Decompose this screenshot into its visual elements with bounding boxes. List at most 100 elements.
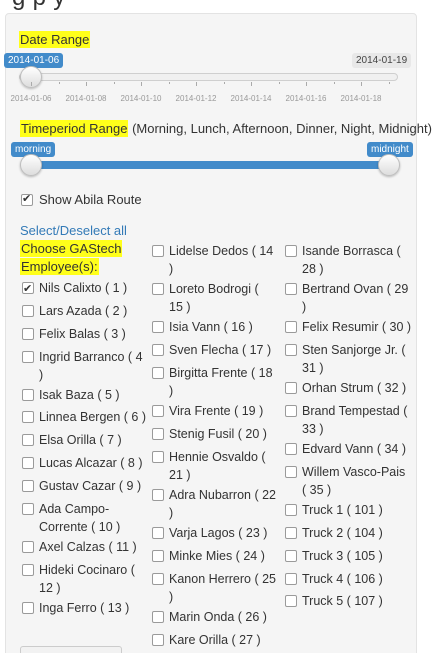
employee-checkbox[interactable] <box>285 382 297 394</box>
employee-label-line1: Kare Orilla ( 27 ) <box>169 633 261 647</box>
employee-checkbox[interactable] <box>152 611 164 623</box>
employee-label: Felix Resumir ( 30 ) <box>302 318 411 336</box>
employee-label-line2: ) <box>169 506 174 520</box>
employee-label: Truck 5 ( 107 ) <box>302 592 383 610</box>
employee-label-line2: 28 ) <box>302 262 324 276</box>
employee-checkbox[interactable] <box>22 564 34 576</box>
employee-checkbox[interactable] <box>285 443 297 455</box>
employee-checkbox[interactable] <box>152 367 164 379</box>
employee-label: Truck 3 ( 105 ) <box>302 547 383 565</box>
date-range-tick <box>333 82 335 84</box>
employee-checkbox[interactable] <box>152 245 164 257</box>
employee-checkbox[interactable] <box>22 280 34 298</box>
employee-label: Sven Flecha ( 17 ) <box>169 341 271 359</box>
employee-label-line1: Loreto Bodrogi ( <box>169 282 259 296</box>
employee-checkbox[interactable] <box>152 550 164 562</box>
employee-label-line1: Linnea Bergen ( 6 ) <box>39 410 147 424</box>
employee-label-line1: Orhan Strum ( 32 ) <box>302 381 407 395</box>
date-range-tick-label: 2014-01-10 <box>120 94 162 103</box>
employee-label-line1: Varja Lagos ( 23 ) <box>169 526 268 540</box>
employee-label: Gustav Cazar ( 9 ) <box>39 477 141 495</box>
employee-checkbox[interactable] <box>22 351 34 363</box>
timeperiod-max-handle[interactable] <box>378 154 400 176</box>
employee-checkbox[interactable] <box>152 573 164 585</box>
employee-checkbox[interactable] <box>22 434 34 446</box>
employee-checkbox[interactable] <box>285 321 297 333</box>
employee-checkbox[interactable] <box>152 428 164 440</box>
employee-label-line1: Inga Ferro ( 13 ) <box>39 601 130 615</box>
employee-label-line1: Lidelse Dedos ( 14 <box>169 244 274 258</box>
employee-label-line1: Isia Vann ( 16 ) <box>169 320 253 334</box>
date-range-ticks <box>20 82 392 88</box>
employee-checkbox[interactable] <box>22 328 34 340</box>
employee-checkbox[interactable] <box>285 595 297 607</box>
employee-label-line2: 31 ) <box>302 361 324 375</box>
employee-label: Kanon Herrero ( 25) <box>169 570 276 606</box>
timeperiod-slider-track[interactable] <box>30 161 390 169</box>
employee-label: Ada Campo- Corrente ( 10 ) <box>39 500 120 536</box>
employee-label: Hennie Osvaldo (21 ) <box>169 448 266 484</box>
employee-label-line2: 21 ) <box>169 468 191 482</box>
employee-label: Kare Orilla ( 27 ) <box>169 631 261 649</box>
employee-label-line1: Felix Balas ( 3 ) <box>39 327 126 341</box>
employee-label-line1: Minke Mies ( 24 ) <box>169 549 265 563</box>
employee-label-line1: Willem Vasco-Pais <box>302 465 406 479</box>
employee-label-line1: Kanon Herrero ( 25 <box>169 572 277 586</box>
employee-checkbox[interactable] <box>22 389 34 401</box>
employee-checkbox[interactable] <box>22 457 34 469</box>
employee-label: Birgitta Frente ( 18) <box>169 364 273 400</box>
employee-checkbox[interactable] <box>285 245 297 257</box>
employee-label: Inga Ferro ( 13 ) <box>39 599 129 617</box>
employee-checkbox[interactable] <box>285 283 297 295</box>
employee-checkbox[interactable] <box>22 602 34 614</box>
employee-checkbox[interactable] <box>22 411 34 423</box>
employee-checkbox[interactable] <box>152 489 164 501</box>
employee-checkbox[interactable] <box>152 344 164 356</box>
employee-label: Adra Nubarron ( 22) <box>169 486 276 522</box>
employee-checkbox[interactable] <box>152 405 164 417</box>
bottom-button[interactable] <box>20 646 122 653</box>
employee-label: Lidelse Dedos ( 14) <box>169 242 273 278</box>
employee-label: Isande Borrasca (28 ) <box>302 242 401 278</box>
employee-label-line2: ) <box>169 384 174 398</box>
employee-label-line1: Truck 5 ( 107 ) <box>302 594 383 608</box>
employee-checkbox[interactable] <box>152 451 164 463</box>
employee-label: Ingrid Barranco ( 4) <box>39 348 143 384</box>
abila-route-checkbox[interactable] <box>21 192 33 206</box>
timeperiod-label: Timeperiod Range (Morning, Lunch, Aftern… <box>20 120 432 137</box>
date-range-label: Date Range <box>19 31 91 48</box>
date-range-tick <box>196 82 197 86</box>
employee-checkbox[interactable] <box>152 634 164 646</box>
employee-label-line1: Elsa Orilla ( 7 ) <box>39 433 122 447</box>
employee-label-line1: Brand Tempestad ( <box>302 404 408 418</box>
employee-checkbox[interactable] <box>285 527 297 539</box>
employee-checkbox[interactable] <box>22 541 34 553</box>
employee-checkbox[interactable] <box>285 504 297 516</box>
employee-label-line1: Lucas Alcazar ( 8 ) <box>39 456 143 470</box>
employee-checkbox[interactable] <box>285 466 297 478</box>
employee-checkbox[interactable] <box>152 321 164 333</box>
date-range-tick <box>113 82 115 84</box>
date-range-tick <box>361 82 362 86</box>
date-range-slider-track[interactable] <box>19 73 398 81</box>
employee-label: Truck 2 ( 104 ) <box>302 524 383 542</box>
employee-label: Isia Vann ( 16 ) <box>169 318 253 336</box>
employee-checkbox[interactable] <box>285 405 297 417</box>
employee-checkbox[interactable] <box>22 480 34 492</box>
select-deselect-all-link[interactable]: Select/Deselect all <box>20 223 127 238</box>
employee-checkbox[interactable] <box>152 527 164 539</box>
employee-label: Axel Calzas ( 11 ) <box>39 538 137 556</box>
employee-checkbox[interactable] <box>152 283 164 295</box>
employee-label: Marin Onda ( 26 ) <box>169 608 267 626</box>
employee-label-line2: ( 35 ) <box>302 483 332 497</box>
employee-checkbox[interactable] <box>285 550 297 562</box>
employee-checkbox[interactable] <box>22 305 34 317</box>
date-range-tick <box>86 82 87 86</box>
timeperiod-min-handle[interactable] <box>20 154 42 176</box>
employee-checkbox[interactable] <box>22 503 34 515</box>
employee-label-line2: ) <box>39 368 44 382</box>
date-range-tick <box>251 82 252 86</box>
employee-checkbox[interactable] <box>285 573 297 585</box>
employee-label-line1: Edvard Vann ( 34 ) <box>302 442 406 456</box>
employee-checkbox[interactable] <box>285 344 297 356</box>
